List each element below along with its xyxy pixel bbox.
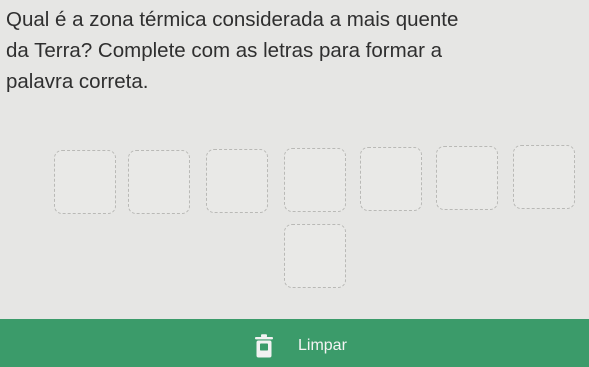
clear-button-label: Limpar	[298, 337, 347, 354]
letter-box-4[interactable]	[284, 148, 346, 212]
letter-box-8[interactable]	[284, 224, 346, 288]
letter-box-1[interactable]	[54, 150, 116, 214]
letter-box-3[interactable]	[206, 149, 268, 213]
clear-button[interactable]: Limpar	[252, 331, 347, 361]
letter-box-2[interactable]	[128, 150, 190, 214]
answer-boxes	[0, 0, 589, 300]
letter-box-6[interactable]	[436, 146, 498, 210]
letter-box-7[interactable]	[513, 145, 575, 209]
letter-box-5[interactable]	[360, 147, 422, 211]
trash-icon	[255, 334, 273, 358]
